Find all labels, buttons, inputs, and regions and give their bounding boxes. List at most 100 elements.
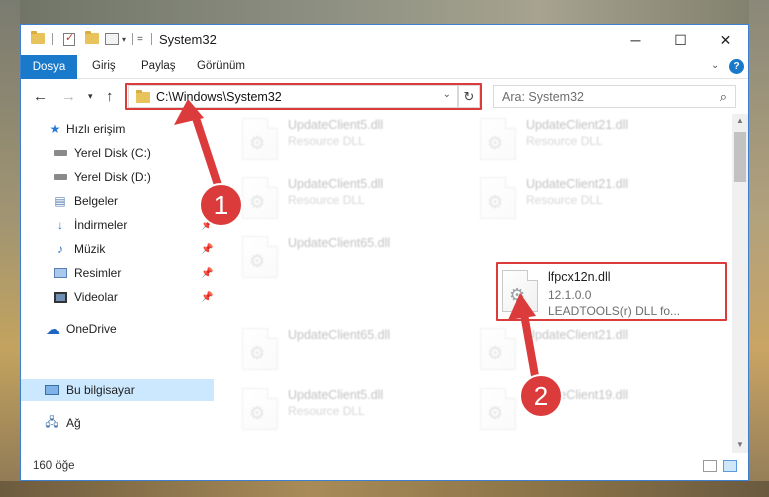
desktop-background-top (0, 0, 769, 24)
file-name: UpdateClient65.dll (288, 236, 391, 250)
toolbar-divider (52, 33, 53, 45)
file-name: UpdateClient21.dll (526, 328, 629, 342)
list-item[interactable]: ⚙ UpdateClient21.dll Resource DLL (480, 173, 710, 229)
item-count: 160 öğe (33, 460, 75, 472)
list-item[interactable]: ⚙ UpdateClient65.dll (242, 232, 472, 288)
folder-icon (31, 31, 45, 44)
sidebar-item-label: Yerel Disk (C:) (74, 146, 151, 160)
file-list: ⚙ UpdateClient5.dll Resource DLL ⚙ Updat… (214, 114, 732, 453)
tab-file[interactable]: Dosya (21, 55, 77, 79)
dll-file-icon: ⚙ (480, 328, 516, 370)
file-highlight-box (496, 262, 727, 321)
toolbar-divider (132, 33, 133, 45)
file-type: Resource DLL (526, 193, 603, 207)
sidebar-item-music[interactable]: ♪ Müzik 📌 (21, 238, 214, 260)
desktop-background-bottom (0, 481, 769, 497)
star-icon: ★ (49, 122, 61, 136)
pin-icon[interactable]: 📌 (201, 292, 213, 303)
list-item[interactable]: ⚙ UpdateClient19.dll (480, 384, 710, 440)
search-icon[interactable]: ⌕ (720, 89, 727, 105)
sidebar-item-this-pc[interactable]: Bu bilgisayar (21, 379, 214, 401)
list-item[interactable]: ⚙ UpdateClient65.dll (242, 324, 472, 380)
pictures-icon (53, 266, 67, 280)
drive-icon (53, 170, 67, 184)
sidebar-item-onedrive[interactable]: ☁ OneDrive (21, 318, 214, 340)
list-item[interactable]: ⚙ UpdateClient21.dll (480, 324, 710, 380)
details-view-icon[interactable] (703, 460, 717, 472)
music-icon: ♪ (57, 242, 63, 256)
new-folder-icon[interactable] (85, 31, 99, 44)
sidebar-item-label: Belgeler (74, 194, 119, 208)
scroll-down-icon[interactable]: ▼ (736, 440, 744, 449)
customize-toolbar-icon[interactable]: = (137, 34, 143, 45)
vertical-scrollbar[interactable]: ▲ ▼ (732, 114, 748, 453)
chevron-down-icon[interactable]: ⌄ (711, 60, 719, 71)
properties-check-icon[interactable] (63, 31, 75, 46)
dll-file-icon: ⚙ (480, 118, 516, 160)
sidebar-item-label: İndirmeler (74, 218, 128, 232)
up-arrow-icon[interactable]: ↑ (106, 88, 114, 105)
status-bar: 160 öğe (21, 453, 748, 480)
scroll-up-icon[interactable]: ▲ (736, 116, 744, 125)
scrollbar-thumb[interactable] (734, 132, 746, 182)
tab-share[interactable]: Paylaş (141, 60, 176, 72)
list-item[interactable]: ⚙ UpdateClient5.dll Resource DLL (242, 173, 472, 229)
file-name: UpdateClient5.dll (288, 388, 384, 402)
sidebar-item-label: Hızlı erişim (66, 122, 126, 136)
sidebar-item-label: OneDrive (66, 322, 117, 336)
dll-file-icon: ⚙ (242, 177, 278, 219)
dll-file-icon: ⚙ (242, 236, 278, 278)
network-icon: 🖧 (45, 414, 59, 429)
navigation-pane: ★ Hızlı erişim Yerel Disk (C:) Yerel Dis… (21, 114, 214, 453)
file-type: Resource DLL (288, 193, 365, 207)
document-icon: ▤ (54, 194, 66, 208)
sidebar-item-pictures[interactable]: Resimler 📌 (21, 262, 214, 284)
pin-icon[interactable]: 📌 (201, 220, 213, 231)
file-type: Resource DLL (288, 404, 365, 418)
toolbar-divider (151, 33, 152, 45)
download-icon: ↓ (57, 218, 63, 232)
video-icon (53, 290, 67, 304)
tab-home[interactable]: Giriş (92, 60, 116, 72)
window-title: System32 (159, 32, 217, 47)
help-icon[interactable]: ? (729, 59, 744, 74)
list-item[interactable]: ⚙ UpdateClient21.dll Resource DLL (480, 114, 710, 170)
sidebar-item-downloads[interactable]: ↓ İndirmeler 📌 (21, 214, 214, 236)
close-button[interactable]: ✕ (703, 25, 748, 55)
recent-locations-icon[interactable]: ▾ (88, 91, 93, 102)
sidebar-item-documents[interactable]: ▤ Belgeler (21, 190, 214, 212)
tiles-view-icon[interactable] (723, 460, 737, 472)
search-input[interactable]: Ara: System32 ⌕ (493, 85, 736, 108)
minimize-button[interactable]: ─ (613, 25, 658, 55)
pin-icon[interactable]: 📌 (201, 268, 213, 279)
dll-file-icon: ⚙ (480, 388, 516, 430)
quick-access-props-icon[interactable] (105, 33, 119, 45)
sidebar-item-videos[interactable]: Videolar 📌 (21, 286, 214, 308)
list-item[interactable]: ⚙ UpdateClient5.dll Resource DLL (242, 384, 472, 440)
sidebar-item-label: Resimler (74, 266, 122, 280)
sidebar-item-label: Bu bilgisayar (66, 383, 135, 397)
file-name: UpdateClient65.dll (288, 328, 391, 342)
pin-icon[interactable]: 📌 (201, 244, 213, 255)
chevron-down-icon[interactable]: ▾ (122, 35, 126, 44)
file-name: UpdateClient21.dll (526, 118, 629, 132)
sidebar-item-label: Ağ (66, 416, 81, 430)
desktop-background-left (0, 0, 20, 497)
forward-arrow-icon[interactable]: → (61, 88, 76, 105)
sidebar-item-quick-access[interactable]: ★ Hızlı erişim (21, 118, 214, 140)
tab-view[interactable]: Görünüm (197, 60, 245, 72)
sidebar-item-local-disk-d[interactable]: Yerel Disk (D:) (21, 166, 214, 188)
back-arrow-icon[interactable]: ← (33, 88, 48, 105)
sidebar-item-label: Yerel Disk (D:) (74, 170, 151, 184)
list-item[interactable]: ⚙ UpdateClient5.dll Resource DLL (242, 114, 472, 170)
desktop-background-right (749, 0, 769, 497)
file-name: UpdateClient21.dll (526, 177, 629, 191)
maximize-button[interactable]: ☐ (658, 25, 703, 55)
sidebar-item-network[interactable]: 🖧 Ağ (21, 412, 214, 434)
ribbon-tabs: Dosya Giriş Paylaş Görünüm ⌄ ? (21, 55, 748, 79)
address-highlight-box (125, 83, 482, 110)
file-explorer-window: ▾ = System32 ─ ☐ ✕ Dosya Giriş Paylaş Gö… (20, 24, 749, 481)
sidebar-item-local-disk-c[interactable]: Yerel Disk (C:) (21, 142, 214, 164)
cloud-icon: ☁ (46, 320, 60, 337)
dll-file-icon: ⚙ (242, 118, 278, 160)
